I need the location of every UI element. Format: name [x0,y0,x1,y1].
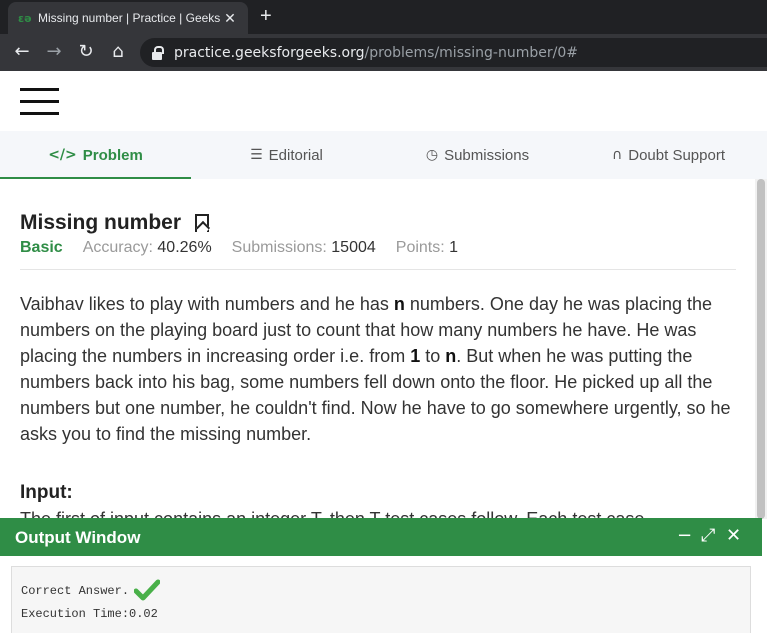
submissions-value: 15004 [331,239,376,256]
browser-toolbar: ← → ↻ ⌂ practice.geeksforgeeks.org/probl… [0,34,767,71]
tab-label: Problem [82,146,143,164]
title-row: Missing number [20,211,210,235]
home-icon[interactable]: ⌂ [107,42,129,62]
difficulty-badge: Basic [20,239,63,256]
content-scrollbar[interactable] [755,179,767,519]
browser-tabstrip: εə Missing number | Practice | Geeks ✕ + [0,0,767,34]
output-window-header: Output Window − ⤢ ✕ [0,518,762,556]
tab-label: Doubt Support [628,146,725,164]
output-window: Output Window − ⤢ ✕ Correct Answer. Exec… [0,518,762,633]
checkmark-icon [134,579,160,601]
bookmark-icon[interactable] [195,214,210,232]
back-icon[interactable]: ← [11,42,33,62]
gfg-favicon-icon: εə [18,11,32,25]
accuracy-value: 40.26% [157,239,212,256]
submissions-label: Submissions: [231,239,327,256]
headset-icon: ∩ [612,147,623,163]
problem-description: Vaibhav likes to play with numbers and h… [20,294,731,444]
points-label: Points: [395,239,445,256]
url-path: /problems/missing-number/0# [364,44,578,61]
expand-icon[interactable]: ⤢ [701,526,715,546]
tab-label: Editorial [268,146,323,164]
scrollbar-thumb[interactable] [757,179,765,519]
tab-submissions[interactable]: ◷ Submissions [382,131,573,179]
tab-close-icon[interactable]: ✕ [222,10,238,27]
tab-label: Submissions [444,146,530,164]
output-console: Correct Answer. Execution Time:0.02 [11,566,751,633]
browser-tab[interactable]: εə Missing number | Practice | Geeks ✕ [8,2,248,34]
minimize-icon[interactable]: − [677,526,692,546]
site-header [0,71,767,131]
url-host: practice.geeksforgeeks.org [174,44,365,61]
clock-icon: ◷ [425,147,439,163]
points-value: 1 [449,239,459,256]
output-window-title: Output Window [15,528,141,547]
execution-time-text: Execution Time:0.02 [21,607,158,621]
input-heading: Input: [20,482,73,503]
tab-problem[interactable]: </> Problem [0,131,191,179]
tab-title: Missing number | Practice | Geeks [38,11,221,25]
tab-doubt-support[interactable]: ∩ Doubt Support [573,131,764,179]
new-tab-icon[interactable]: + [260,6,272,26]
problem-content: Missing number Basic Accuracy: 40.26% Su… [0,179,755,519]
url-text: practice.geeksforgeeks.org/problems/miss… [174,45,578,61]
tab-editorial[interactable]: ☰ Editorial [191,131,382,179]
lock-icon[interactable] [152,45,164,60]
document-icon: ☰ [250,147,263,163]
reload-icon[interactable]: ↻ [75,42,97,62]
forward-icon[interactable]: → [43,42,65,62]
divider [20,269,736,270]
problem-meta: Basic Accuracy: 40.26% Submissions: 1500… [20,239,478,257]
problem-tabs: </> Problem ☰ Editorial ◷ Submissions ∩ … [0,131,767,179]
problem-title: Missing number [20,211,182,234]
result-text: Correct Answer. [21,584,130,598]
hamburger-menu-icon[interactable] [20,88,59,115]
accuracy-label: Accuracy: [82,239,153,256]
code-icon: </> [48,147,77,163]
address-bar[interactable]: practice.geeksforgeeks.org/problems/miss… [140,38,767,67]
close-icon[interactable]: ✕ [726,526,741,546]
